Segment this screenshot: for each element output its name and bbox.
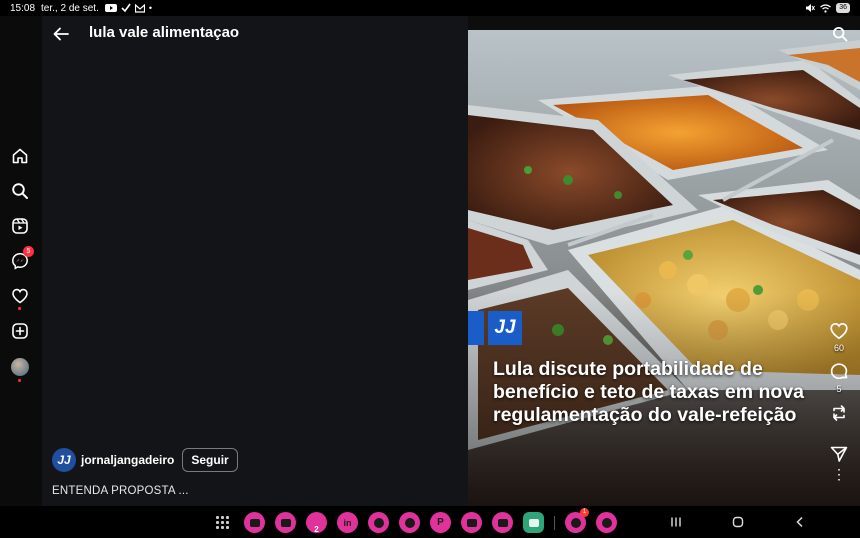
heart-icon[interactable] xyxy=(11,287,29,310)
mute-icon xyxy=(806,4,816,12)
like-heart-icon[interactable] xyxy=(829,321,849,341)
messenger-icon[interactable]: 5 xyxy=(11,246,34,270)
share-send-icon[interactable] xyxy=(829,444,849,464)
nav-rail: 5 xyxy=(0,16,42,506)
folder-app-icon[interactable] xyxy=(275,512,296,533)
author-initials: JJ xyxy=(57,453,71,467)
create-icon[interactable] xyxy=(11,322,29,340)
post-caption[interactable]: ENTENDA PROPOSTA ... xyxy=(52,485,189,497)
linkedin-app-icon[interactable]: in xyxy=(337,512,358,533)
youtube-icon xyxy=(104,4,117,12)
home-icon[interactable] xyxy=(11,147,29,165)
status-bar: 15:08 ter., 2 de set. • 36 xyxy=(0,0,860,16)
repost-icon[interactable] xyxy=(829,403,849,423)
reel-media[interactable]: JJ Lula discute portabilidade de benefíc… xyxy=(468,16,860,506)
classroom-app-icon[interactable] xyxy=(523,512,544,533)
follow-button[interactable]: Seguir xyxy=(182,448,238,472)
logo-text: JJ xyxy=(494,317,516,338)
taskbar-apps: 2 in P 1 xyxy=(216,508,617,534)
messages-app-icon[interactable] xyxy=(244,512,265,533)
calendar-number: 2 xyxy=(314,525,319,534)
reel-actions: 60 5 ⋮ xyxy=(828,321,850,481)
jj-logo: JJ xyxy=(488,311,522,345)
gmail-icon xyxy=(134,3,145,13)
search-icon[interactable] xyxy=(11,182,29,200)
like-count: 60 xyxy=(833,343,844,353)
food-buffet-image xyxy=(468,30,860,506)
reels-icon[interactable] xyxy=(11,217,29,235)
status-time: 15:08 xyxy=(10,2,36,14)
tv-app-icon[interactable] xyxy=(492,512,513,533)
search-icon[interactable] xyxy=(832,26,848,42)
activity-dot xyxy=(18,307,21,310)
messages-badge: 5 xyxy=(23,246,34,257)
recent-app-icon[interactable]: 1 xyxy=(565,508,589,533)
calendar-app-icon[interactable]: 2 xyxy=(306,512,327,534)
headline-overlay-text: Lula discute portabilidade de benefício … xyxy=(493,358,805,426)
check-icon xyxy=(121,3,131,13)
comment-count: 5 xyxy=(836,384,842,394)
recent-apps-icon[interactable] xyxy=(670,514,682,530)
more-options-icon[interactable]: ⋮ xyxy=(832,467,846,481)
back-button-icon[interactable] xyxy=(794,514,806,530)
home-button-icon[interactable] xyxy=(732,514,744,530)
whatsapp-app-icon[interactable] xyxy=(596,512,617,533)
author-avatar[interactable]: JJ xyxy=(52,448,76,472)
battery-indicator: 36 xyxy=(836,3,850,13)
status-system-icons: 36 xyxy=(805,3,850,13)
status-notification-icons: • xyxy=(104,3,152,13)
pinterest-app-icon[interactable]: P xyxy=(430,512,451,533)
chat-app-icon[interactable] xyxy=(368,512,389,533)
author-name[interactable]: jornaljangadeiro xyxy=(81,453,174,467)
camera-app-icon[interactable] xyxy=(461,512,482,533)
logo-strip xyxy=(468,311,484,345)
taskbar-separator xyxy=(554,515,555,530)
author-row: JJ jornaljangadeiro Seguir xyxy=(52,448,238,472)
profile-dot xyxy=(18,379,21,382)
recent-app-badge: 1 xyxy=(580,508,589,517)
status-date: ter., 2 de set. xyxy=(41,2,99,14)
more-notifications-dot: • xyxy=(148,3,152,13)
leaf-app-icon[interactable] xyxy=(399,512,420,533)
wifi-icon xyxy=(820,3,832,13)
back-arrow-icon[interactable] xyxy=(52,25,70,43)
post-info-panel: lula vale alimentaçao JJ jornaljangadeir… xyxy=(42,16,468,506)
profile-avatar[interactable] xyxy=(11,358,29,382)
system-taskbar: 2 in P 1 xyxy=(0,506,860,538)
search-query-title: lula vale alimentaçao xyxy=(89,24,240,41)
comment-icon[interactable] xyxy=(829,362,849,382)
app-drawer-icon[interactable] xyxy=(216,515,230,530)
